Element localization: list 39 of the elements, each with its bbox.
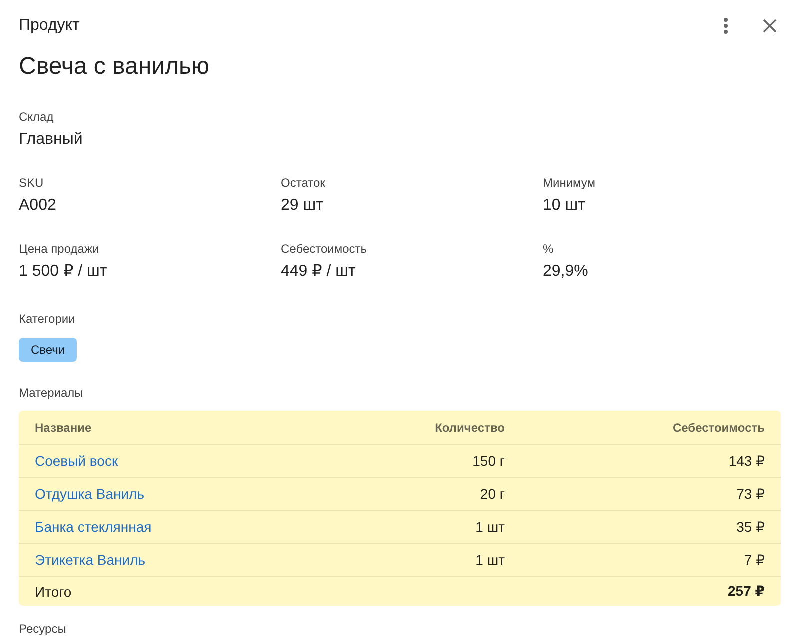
close-icon [763,19,777,33]
field-value: Главный [19,130,83,150]
field-value: 29,9% [543,262,588,282]
section-label: Ресурсы [19,622,66,636]
field-label: Цена продажи [19,241,100,257]
vertical-dots-icon [724,18,728,34]
material-link[interactable]: Соевый воск [35,453,118,469]
field-label: Склад [19,109,54,125]
field-label: % [543,241,554,257]
quantity-cell-text: 1 шт [474,552,505,568]
product-name: Свеча с ванилью [19,52,211,82]
section-label: Категории [19,312,76,326]
quantity-cell-text: 150 г [472,453,505,469]
field-value: 1 500 ₽ / шт [19,262,108,282]
column-header: Название [35,420,93,434]
material-link[interactable]: Банка стеклянная [35,519,152,535]
column-header: Количество [434,420,505,434]
field-value: A002 [19,196,56,216]
field-label: Остаток [281,175,326,191]
cost-cell-text: 73 ₽ [736,486,765,502]
material-link[interactable]: Отдушка Ваниль [35,486,144,502]
quantity-cell-text: 20 г [479,486,505,502]
total-cost: 257 ₽ [727,583,765,600]
section-label: Материалы [19,386,84,400]
field-label: SKU [19,175,44,191]
field-value: 10 шт [543,196,586,216]
dialog-title: Продукт [19,17,80,35]
cost-cell-text: 35 ₽ [736,518,765,536]
cost-cell-text: 143 ₽ [728,452,765,470]
field-value: 449 ₽ / шт [281,262,356,282]
cost-cell-text: 7 ₽ [743,552,765,568]
column-header: Себестоимость [672,420,765,434]
category-chip: Свечи [19,338,78,362]
field-label: Минимум [543,175,596,191]
field-label: Себестоимость [281,241,368,257]
field-value: 29 шт [281,196,324,216]
quantity-cell-text: 1 шт [474,519,505,535]
material-link[interactable]: Этикетка Ваниль [35,552,146,568]
total-label: Итого [35,584,73,600]
